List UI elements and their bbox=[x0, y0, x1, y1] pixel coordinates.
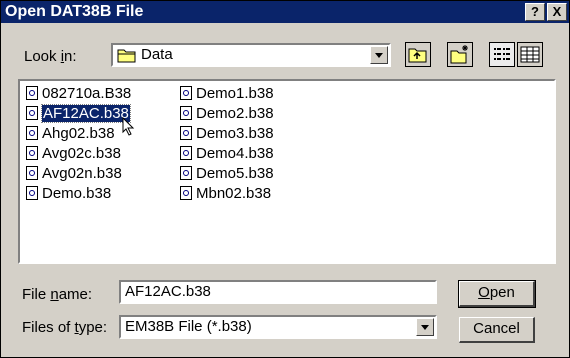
file-item[interactable]: Avg02c.b38 bbox=[26, 144, 131, 164]
file-name: Demo1.b38 bbox=[196, 85, 274, 102]
file-item[interactable]: Demo4.b38 bbox=[180, 144, 274, 164]
file-item[interactable]: AF12AC.b38 bbox=[26, 104, 131, 124]
file-name: Demo5.b38 bbox=[196, 165, 274, 182]
file-name: Demo3.b38 bbox=[196, 125, 274, 142]
look-in-value: Data bbox=[141, 46, 173, 63]
new-folder-icon bbox=[450, 45, 468, 64]
details-view-icon bbox=[520, 46, 540, 63]
document-icon bbox=[180, 186, 192, 200]
open-file-dialog: Open DAT38B File ? X Look in: Data 08271… bbox=[0, 0, 570, 358]
file-name: Mbn02.b38 bbox=[196, 185, 272, 202]
document-icon bbox=[26, 146, 38, 160]
file-type-value: EM38B File (*.b38) bbox=[125, 318, 252, 335]
file-name: 082710a.B38 bbox=[42, 85, 132, 102]
document-icon bbox=[180, 106, 192, 120]
mouse-cursor-icon bbox=[122, 117, 135, 136]
file-name-input[interactable]: AF12AC.b38 bbox=[119, 280, 437, 304]
file-list[interactable]: 082710a.B38 AF12AC.b38 Ahg02.b38 Avg02c.b38… bbox=[18, 79, 556, 264]
file-column-1: 082710a.B38 AF12AC.b38 Ahg02.b38 Avg02c.b38… bbox=[26, 84, 131, 204]
file-item[interactable]: Demo1.b38 bbox=[180, 84, 274, 104]
document-icon bbox=[180, 86, 192, 100]
file-name: Ahg02.b38 bbox=[42, 125, 115, 142]
open-button[interactable]: Open bbox=[458, 280, 536, 308]
file-name: AF12AC.b38 bbox=[41, 104, 131, 123]
document-icon bbox=[26, 106, 38, 120]
file-item[interactable]: Avg02n.b38 bbox=[26, 164, 131, 184]
look-in-label: Look in: bbox=[24, 48, 77, 65]
window-title: Open DAT38B File bbox=[5, 3, 144, 20]
chevron-down-icon[interactable] bbox=[416, 318, 434, 336]
file-name: Demo.b38 bbox=[42, 185, 112, 202]
close-button[interactable]: X bbox=[547, 3, 567, 21]
folder-icon bbox=[117, 49, 136, 63]
new-folder-button[interactable] bbox=[447, 42, 473, 67]
look-in-dropdown[interactable]: Data bbox=[111, 43, 391, 67]
file-item[interactable]: 082710a.B38 bbox=[26, 84, 131, 104]
file-name: Demo2.b38 bbox=[196, 105, 274, 122]
chevron-down-icon[interactable] bbox=[370, 46, 388, 64]
document-icon bbox=[26, 86, 38, 100]
up-one-level-button[interactable] bbox=[405, 42, 431, 67]
file-item[interactable]: Ahg02.b38 bbox=[26, 124, 131, 144]
document-icon bbox=[180, 166, 192, 180]
file-name: Avg02c.b38 bbox=[42, 145, 121, 162]
file-type-dropdown[interactable]: EM38B File (*.b38) bbox=[119, 315, 437, 339]
file-name-value: AF12AC.b38 bbox=[125, 283, 211, 300]
document-icon bbox=[180, 146, 192, 160]
list-view-button[interactable] bbox=[489, 42, 515, 67]
document-icon bbox=[26, 126, 38, 140]
cancel-button[interactable]: Cancel bbox=[459, 317, 535, 343]
file-item[interactable]: Mbn02.b38 bbox=[180, 184, 274, 204]
document-icon bbox=[26, 186, 38, 200]
file-item[interactable]: Demo.b38 bbox=[26, 184, 131, 204]
document-icon bbox=[180, 126, 192, 140]
list-view-icon bbox=[494, 48, 510, 60]
title-bar[interactable]: Open DAT38B File ? X bbox=[1, 1, 569, 23]
file-name: Demo4.b38 bbox=[196, 145, 274, 162]
file-item[interactable]: Demo3.b38 bbox=[180, 124, 274, 144]
file-item[interactable]: Demo2.b38 bbox=[180, 104, 274, 124]
file-name-label: File name: bbox=[22, 286, 93, 303]
file-type-label: Files of type: bbox=[22, 319, 108, 336]
file-name: Avg02n.b38 bbox=[42, 165, 122, 182]
up-folder-icon bbox=[408, 48, 427, 63]
file-column-2: Demo1.b38 Demo2.b38 Demo3.b38 Demo4.b38 Demo… bbox=[180, 84, 274, 204]
details-view-button[interactable] bbox=[517, 42, 543, 67]
help-button[interactable]: ? bbox=[525, 3, 545, 21]
document-icon bbox=[26, 166, 38, 180]
file-item[interactable]: Demo5.b38 bbox=[180, 164, 274, 184]
